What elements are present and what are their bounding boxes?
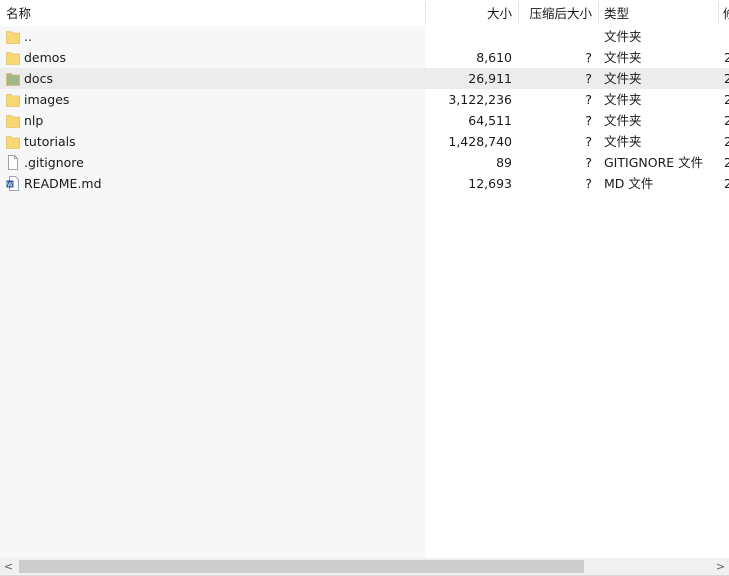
file-row[interactable]: demos 8,610? 文件夹 2 [0,47,729,68]
modified-date: 2 [724,176,729,191]
column-header-size-label: 大小 [486,6,512,21]
file-name: README.md [24,176,102,191]
folder-icon [6,92,20,107]
modified-date: 2 [724,113,729,128]
compressed-size: ? [585,176,592,191]
scroll-right-arrow-icon[interactable]: > [712,558,729,575]
column-header-size[interactable]: 大小 [425,0,518,26]
file-name: demos [24,50,66,65]
file-name: images [24,92,70,107]
compressed-size: ? [585,155,592,170]
column-header-modified[interactable]: 修 [718,0,729,26]
file-type: 文件夹 [604,50,642,65]
file-type: 文件夹 [604,29,642,44]
file-row[interactable]: nlp 64,511? 文件夹 2 [0,110,729,131]
file-name: .gitignore [24,155,84,170]
compressed-size: ? [585,134,592,149]
file-size [425,26,512,47]
file-name: tutorials [24,134,76,149]
file-size: 1,428,740 [448,134,512,149]
svg-text:W: W [7,181,13,188]
file-type: GITIGNORE 文件 [604,155,704,170]
file-name: .. [24,29,32,44]
column-header-bar: 名称 ^ 大小 压缩后大小 类型 修 [0,0,729,26]
file-size: 26,911 [468,71,512,86]
modified-date: 2 [724,134,729,149]
file-row[interactable]: tutorials 1,428,740? 文件夹 2 [0,131,729,152]
file-size: 89 [496,155,512,170]
file-row[interactable]: images 3,122,236? 文件夹 2 [0,89,729,110]
file-icon [6,155,20,170]
folder-up-icon [6,29,20,44]
word-document-icon: W [6,176,20,191]
folder-icon [6,71,20,86]
column-header-type[interactable]: 类型 [598,0,718,26]
file-type: 文件夹 [604,71,642,86]
modified-date: 2 [724,71,729,86]
file-row[interactable]: .gitignore 89? GITIGNORE 文件 2 [0,152,729,173]
file-row[interactable]: .. 文件夹 [0,26,729,47]
file-type: 文件夹 [604,134,642,149]
compressed-size: ? [585,92,592,107]
folder-icon [6,50,20,65]
folder-icon [6,113,20,128]
scrollbar-thumb[interactable] [19,560,584,573]
folder-icon [6,134,20,149]
column-header-type-label: 类型 [604,6,630,21]
file-size: 12,693 [468,176,512,191]
compressed-size [518,26,592,47]
file-type: 文件夹 [604,92,642,107]
file-row[interactable]: docs 26,911? 文件夹 2 [0,68,729,89]
file-size: 64,511 [468,113,512,128]
modified-date: 2 [724,92,729,107]
file-name: docs [24,71,53,86]
compressed-size: ? [585,50,592,65]
sort-ascending-icon: ^ [208,0,216,6]
column-header-compressed-size-label: 压缩后大小 [529,6,592,21]
file-list[interactable]: .. 文件夹 demos 8,610? 文件夹 2 docs 26,911? 文件夹 2 image… [0,26,729,558]
column-header-compressed-size[interactable]: 压缩后大小 [518,0,598,26]
horizontal-scrollbar[interactable]: < > [0,558,729,575]
modified-date: 2 [724,50,729,65]
file-type: 文件夹 [604,113,642,128]
file-name: nlp [24,113,44,128]
compressed-size: ? [585,113,592,128]
scroll-left-arrow-icon[interactable]: < [0,558,17,575]
file-size: 8,610 [476,50,512,65]
compressed-size: ? [585,71,592,86]
modified-date [724,26,729,47]
file-type: MD 文件 [604,176,654,191]
file-row[interactable]: W README.md 12,693? MD 文件 2 [0,173,729,194]
modified-date: 2 [724,155,729,170]
file-size: 3,122,236 [448,92,512,107]
column-header-name-label: 名称 [6,6,32,21]
column-header-modified-label: 修 [723,6,729,21]
